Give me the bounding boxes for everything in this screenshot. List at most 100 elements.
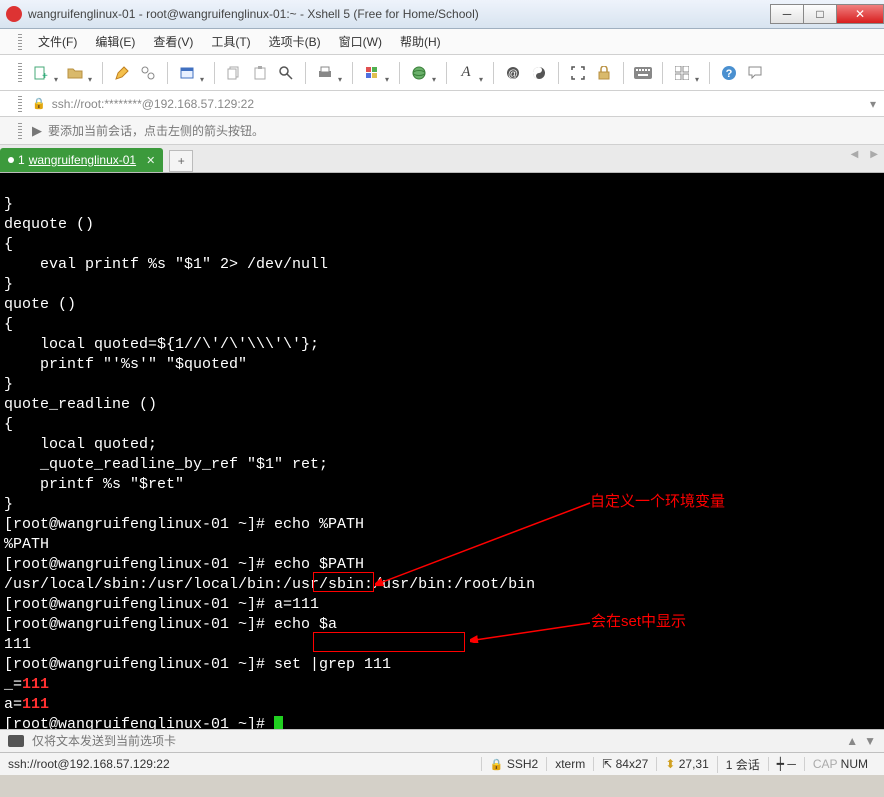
yin-yang-icon: [531, 65, 547, 81]
button-set[interactable]: [528, 62, 550, 84]
menubar-grip[interactable]: [18, 34, 22, 50]
keyboard-icon: [634, 67, 652, 79]
terminal[interactable]: } dequote () { eval printf %s "$1" 2> /d…: [0, 173, 884, 729]
fullscreen-icon: [571, 66, 585, 80]
keymap-button[interactable]: [632, 62, 654, 84]
signal-dash-icon: ─: [787, 757, 796, 771]
term-line: [root@wangruifenglinux-01 ~]# set |grep …: [4, 656, 391, 673]
term-line: }: [4, 196, 13, 213]
menu-view[interactable]: 查看(V): [147, 30, 199, 53]
fullscreen-button[interactable]: [567, 62, 589, 84]
menu-tab[interactable]: 选项卡(B): [263, 30, 327, 53]
pos-icon: ⬍: [665, 757, 675, 771]
term-line: _quote_readline_by_ref "$1" ret;: [4, 456, 328, 473]
maximize-button[interactable]: □: [803, 4, 837, 24]
addressbar-grip[interactable]: [18, 96, 22, 112]
bookmark-icon[interactable]: ▶: [32, 123, 42, 139]
status-num: NUM: [841, 757, 868, 771]
color-button[interactable]: [361, 62, 383, 84]
term-line: quote (): [4, 296, 76, 313]
term-line: [root@wangruifenglinux-01 ~]# echo %PATH: [4, 516, 364, 533]
addressbar-dropdown[interactable]: ▾: [862, 97, 884, 111]
compose-bar: ▲ ▼: [0, 729, 884, 753]
annotation-1: 自定义一个环境变量: [590, 492, 725, 512]
tab-scroll-right[interactable]: ▶: [870, 149, 878, 160]
speech-icon: [747, 65, 763, 81]
highlight-box-1: [313, 572, 374, 592]
term-line: /usr/local/sbin:/usr/local/bin:/usr/sbin…: [4, 576, 535, 593]
open-button[interactable]: [64, 62, 86, 84]
address-text[interactable]: ssh://root:********@192.168.57.129:22: [52, 97, 856, 111]
lock-icon: [598, 66, 610, 80]
script-button[interactable]: @: [502, 62, 524, 84]
infobar-grip[interactable]: [18, 123, 22, 139]
term-line: local quoted;: [4, 436, 157, 453]
about-button[interactable]: [744, 62, 766, 84]
compose-up[interactable]: ▲: [846, 734, 858, 748]
minimize-button[interactable]: ─: [770, 4, 804, 24]
addressbar: 🔒 ssh://root:********@192.168.57.129:22 …: [0, 91, 884, 117]
statusbar: ssh://root@192.168.57.129:22 🔒 SSH2 xter…: [0, 753, 884, 775]
print-button[interactable]: [314, 62, 336, 84]
copy-button[interactable]: [223, 62, 245, 84]
pencil-icon: [114, 65, 130, 81]
new-session-button[interactable]: +: [30, 62, 52, 84]
menu-edit[interactable]: 编辑(E): [89, 30, 141, 53]
tab-label: wangruifenglinux-01: [29, 153, 136, 167]
annotation-2: 会在set中显示: [591, 612, 686, 632]
term-line: {: [4, 316, 13, 333]
status-ssh: SSH2: [507, 757, 538, 771]
close-button[interactable]: ✕: [836, 4, 884, 24]
tab-close-icon[interactable]: ✕: [146, 154, 155, 167]
disconnect-button[interactable]: [137, 62, 159, 84]
toolbar: + A @: [0, 55, 884, 91]
term-line: %PATH: [4, 536, 49, 553]
signal-icon: ┿: [777, 757, 784, 771]
find-button[interactable]: [275, 62, 297, 84]
toolbar-grip[interactable]: [18, 63, 22, 83]
lock-button[interactable]: [593, 62, 615, 84]
status-connection: ssh://root@192.168.57.129:22: [8, 757, 481, 771]
menu-file[interactable]: 文件(F): [32, 30, 83, 53]
new-tab-button[interactable]: +: [169, 150, 193, 172]
cursor: [274, 716, 283, 729]
window-title: wangruifenglinux-01 - root@wangruifengli…: [28, 7, 771, 21]
folder-icon: [67, 65, 83, 81]
window-icon: [179, 65, 195, 81]
palette-icon: [365, 66, 379, 80]
term-line: {: [4, 416, 13, 433]
session-tab[interactable]: 1 wangruifenglinux-01 ✕: [0, 148, 163, 172]
tile-button[interactable]: [671, 62, 693, 84]
term-line: eval printf %s "$1" 2> /dev/null: [4, 256, 328, 273]
menu-tools[interactable]: 工具(T): [205, 30, 256, 53]
tab-scroll-left[interactable]: ◀: [851, 149, 859, 160]
menu-help[interactable]: 帮助(H): [394, 30, 447, 53]
arrow-2: [470, 618, 595, 643]
reconnect-button[interactable]: [111, 62, 133, 84]
tile-icon: [675, 66, 689, 80]
keyboard-icon: [8, 735, 24, 747]
term-line: [root@wangruifenglinux-01 ~]# echo $a: [4, 616, 337, 633]
encoding-button[interactable]: [408, 62, 430, 84]
help-button[interactable]: ?: [718, 62, 740, 84]
menubar: 文件(F) 编辑(E) 查看(V) 工具(T) 选项卡(B) 窗口(W) 帮助(…: [0, 29, 884, 55]
status-pos: 27,31: [679, 757, 709, 771]
tab-status-icon: [8, 157, 14, 163]
svg-text:+: +: [42, 71, 48, 81]
term-line: }: [4, 276, 13, 293]
paste-button[interactable]: [249, 62, 271, 84]
term-line: }: [4, 496, 13, 513]
at-icon: @: [505, 65, 521, 81]
font-a-icon: A: [461, 64, 470, 81]
status-size: 84x27: [616, 757, 649, 771]
compose-down[interactable]: ▼: [864, 734, 876, 748]
menu-window[interactable]: 窗口(W): [333, 30, 388, 53]
font-button[interactable]: A: [455, 62, 477, 84]
lock-icon: 🔒: [490, 759, 504, 771]
properties-button[interactable]: [176, 62, 198, 84]
compose-input[interactable]: [32, 734, 838, 748]
app-icon: [6, 6, 22, 22]
globe-icon: [411, 65, 427, 81]
copy-icon: [227, 66, 241, 80]
lock-icon: 🔒: [32, 97, 46, 110]
